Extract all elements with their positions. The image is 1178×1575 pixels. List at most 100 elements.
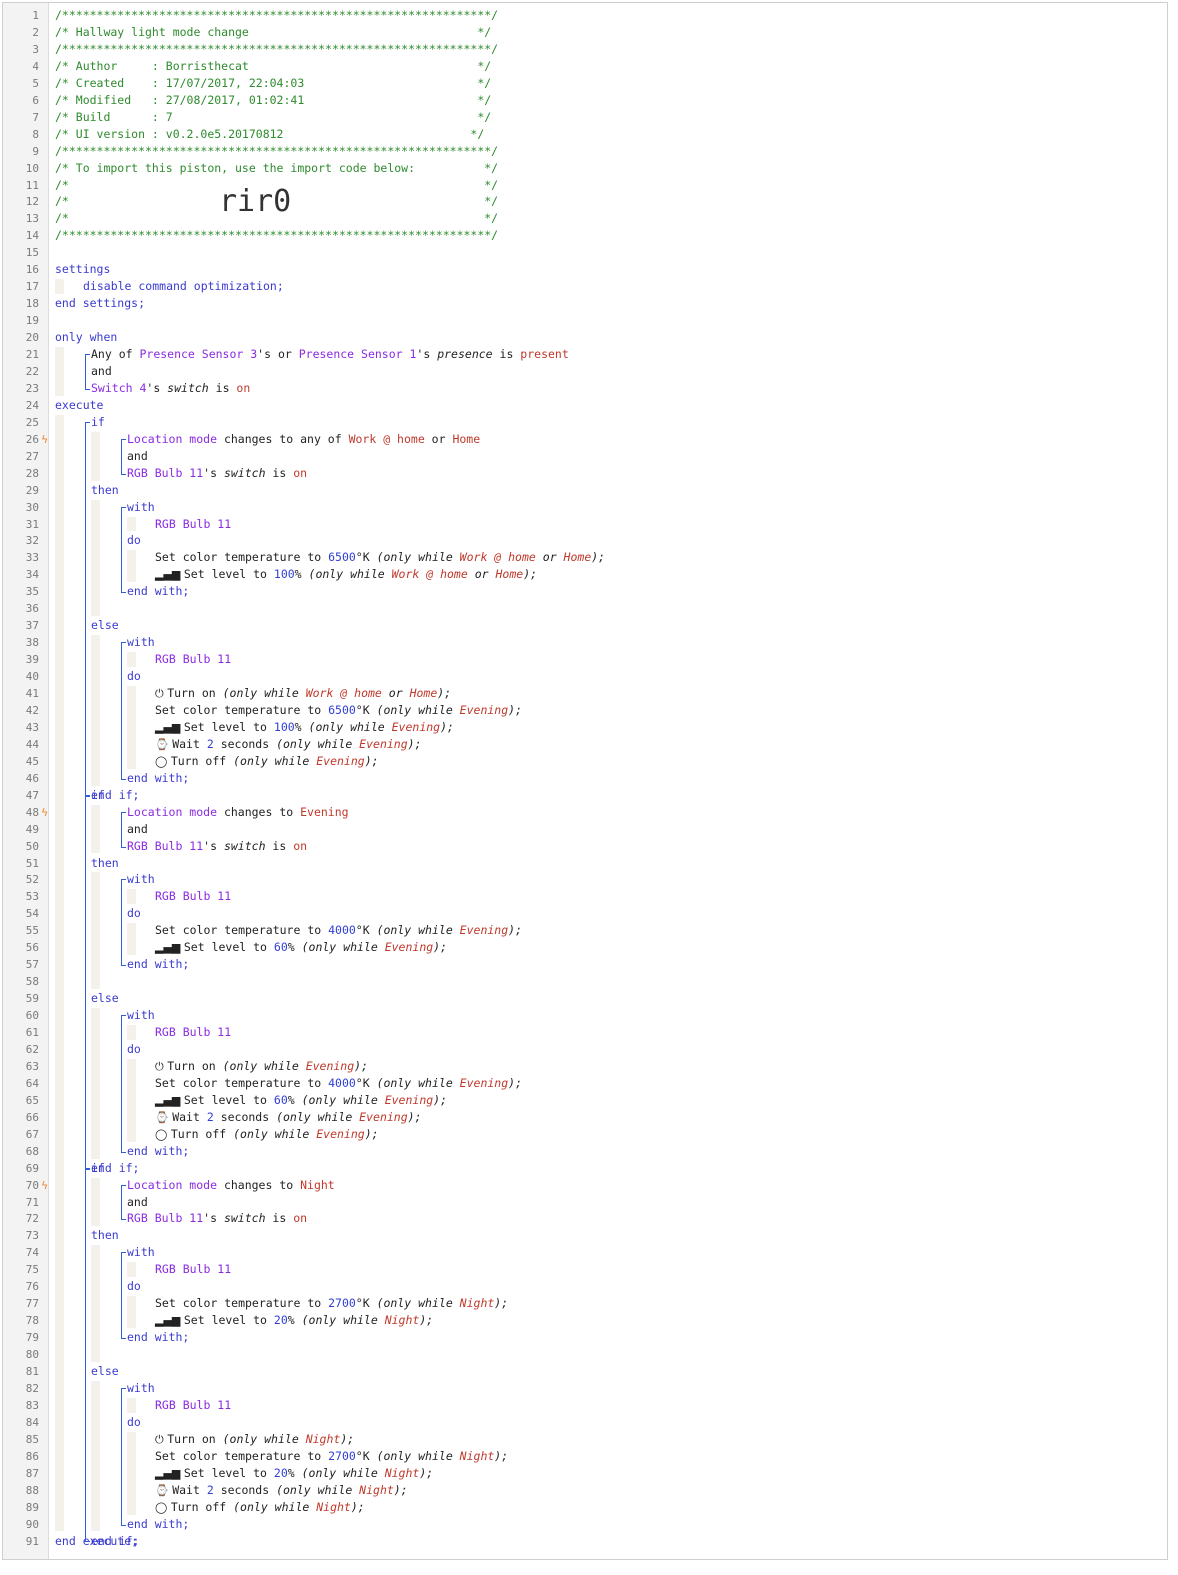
header-border: /***************************************… xyxy=(55,41,498,58)
code-token: Set color temperature to xyxy=(155,923,329,938)
code-token: on xyxy=(236,380,251,395)
indent-guide xyxy=(127,1296,136,1329)
trigger-bolt-icon: ϟ xyxy=(41,432,49,446)
code-token: ); xyxy=(407,1109,422,1124)
mode-value: Home xyxy=(409,686,438,700)
code-token: ); xyxy=(523,567,538,582)
code-token: and xyxy=(127,448,148,463)
if-keyword: if xyxy=(91,414,105,431)
line-number: 65 xyxy=(25,1093,39,1107)
line-number: 31 xyxy=(25,517,39,531)
code-token: (only while xyxy=(226,753,317,768)
line-number: 64 xyxy=(25,1076,39,1090)
line-number: 69 xyxy=(25,1161,39,1175)
mode-value: Evening xyxy=(316,753,365,768)
line-number: 74 xyxy=(25,1246,39,1260)
code-token: or xyxy=(467,567,496,582)
code-token: /* Hallway light mode change */ xyxy=(55,24,492,39)
code-token: else xyxy=(91,991,119,1006)
with-keyword: with xyxy=(127,1380,155,1397)
location-mode: Location mode xyxy=(127,1177,218,1192)
code-token: Turn off xyxy=(170,1126,227,1141)
end-with: end with; xyxy=(127,770,189,787)
end-with: end with; xyxy=(127,1329,189,1346)
code-token: Wait xyxy=(172,1109,207,1124)
code-token: end with; xyxy=(127,957,190,972)
and-operator: and xyxy=(91,363,112,380)
code-token: °K xyxy=(355,702,370,717)
line-number: 16 xyxy=(25,263,39,277)
device-rgb-bulb-11: RGB Bulb 11 xyxy=(155,1025,232,1039)
action-line: Set color temperature to 6500°K (only wh… xyxy=(155,549,605,566)
with-keyword: with xyxy=(127,634,155,651)
code-token: (only while xyxy=(226,1499,317,1514)
code-token: /***************************************… xyxy=(55,228,499,243)
line-number: 48 xyxy=(25,805,39,819)
code-token: and xyxy=(127,821,148,836)
mode-value: Night xyxy=(305,1431,341,1446)
code-token: switch xyxy=(223,1211,266,1226)
with-keyword: with xyxy=(127,1007,155,1024)
header-border: /***************************************… xyxy=(55,227,498,244)
line-number: 38 xyxy=(25,636,39,650)
code-token: °K xyxy=(355,923,370,938)
device-presence-sensor-1: Presence Sensor 1 xyxy=(298,347,417,361)
action-line: ⌚ Wait 2 seconds (only while Night); xyxy=(155,1482,408,1499)
mode-value: Evening xyxy=(316,1126,365,1141)
code-token: ); xyxy=(440,719,454,734)
code-token: ); xyxy=(350,1499,365,1514)
indent-guide xyxy=(91,1245,100,1362)
code-token: if xyxy=(91,414,105,429)
code-token: % xyxy=(287,1465,295,1480)
code-token: (only while xyxy=(369,550,460,565)
action-line: Set color temperature to 2700°K (only wh… xyxy=(155,1295,508,1312)
if-keyword: if xyxy=(91,1160,105,1177)
code-token: 's xyxy=(203,838,224,853)
condition-line: RGB Bulb 11's switch is on xyxy=(127,838,307,855)
line-number: 71 xyxy=(25,1195,39,1209)
line-number: 32 xyxy=(25,534,39,548)
do-keyword: do xyxy=(127,905,141,922)
code-token: with xyxy=(127,1008,155,1023)
line-number: 29 xyxy=(25,483,39,497)
action-line: ⌚ Wait 2 seconds (only while Evening); xyxy=(155,1109,422,1126)
line-number: 35 xyxy=(25,585,39,599)
action-line: ▂▄▆ Set level to 100% (only while Work @… xyxy=(155,566,537,583)
end-with: end with; xyxy=(127,956,189,973)
code-token: with xyxy=(127,872,155,887)
power-icon: ⏻ xyxy=(155,687,168,700)
code-token: ); xyxy=(508,1075,522,1090)
line-number: 6 xyxy=(32,93,39,107)
code-token: 20 xyxy=(273,1313,288,1328)
indent-guide xyxy=(127,550,136,583)
line-number: 54 xyxy=(25,907,39,921)
code-token: Set level to xyxy=(183,567,274,582)
code-token: only when xyxy=(55,330,118,345)
line-number: 34 xyxy=(25,568,39,582)
line-number: 7 xyxy=(32,110,39,124)
code-token: switch xyxy=(223,465,266,480)
code-token: /* Author : Borristhecat */ xyxy=(55,58,492,73)
line-number: 25 xyxy=(25,415,39,429)
device-switch-4: Switch 4 xyxy=(91,380,147,395)
block-bracket xyxy=(85,794,90,1170)
header-modified: /* Modified : 27/08/2017, 01:02:41 */ xyxy=(55,92,491,109)
indent-guide xyxy=(127,1025,136,1040)
code-token: is xyxy=(208,380,237,395)
code-token: (only while xyxy=(215,686,306,700)
code-token: 2 xyxy=(206,1109,214,1124)
line-number: 49 xyxy=(25,822,39,836)
mode-value: Evening xyxy=(459,1075,509,1090)
line-number-gutter: 1 2 3 4 5 6 7 8 9 10 11 12 13 14 15 16 17 18 19 20 21 22 23 24 2… xyxy=(3,3,49,1559)
header-border: /***************************************… xyxy=(55,143,498,160)
code-token: 4000 xyxy=(328,1075,356,1090)
line-number: 56 xyxy=(25,941,39,955)
code-token: then xyxy=(91,482,119,497)
code-token: 60 xyxy=(273,940,288,955)
mode-value: Evening xyxy=(459,923,509,938)
code-token: end with; xyxy=(127,1330,190,1345)
mode-value: Night xyxy=(459,1296,495,1311)
indent-guide xyxy=(127,686,136,769)
code-token: (only while xyxy=(269,736,360,751)
code-token: execute xyxy=(55,397,104,412)
